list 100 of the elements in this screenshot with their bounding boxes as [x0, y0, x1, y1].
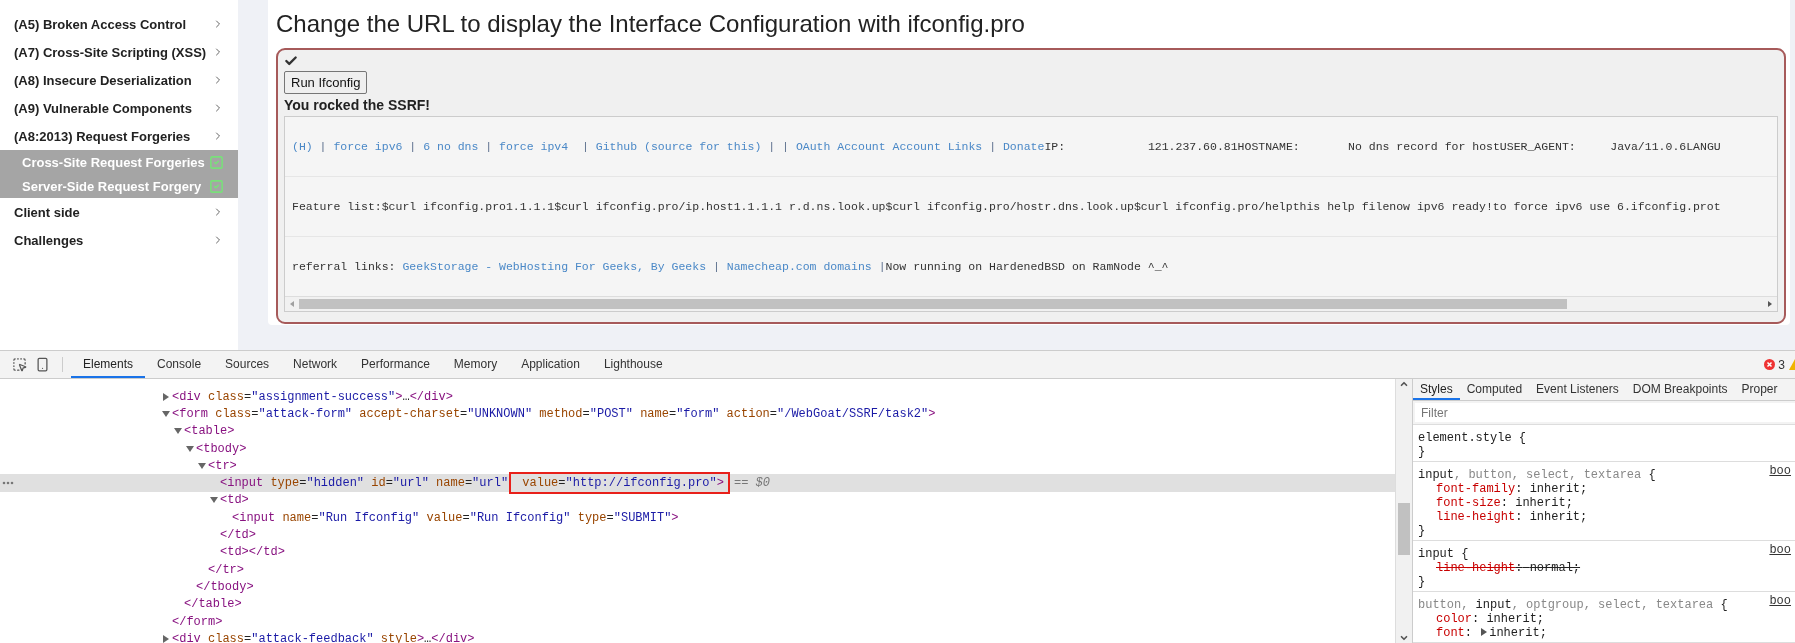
output-link[interactable]: 6 no dns — [423, 139, 479, 153]
output-line: referral links: GeekStorage - WebHosting For Geeks, By Geeks | Namecheap.com domains |Now running on HardenedBSD on RamNode ^_^ — [291, 258, 1170, 275]
colon: : — [1472, 612, 1480, 626]
output-link[interactable]: OAuth Account Account Links — [795, 139, 983, 153]
brace: } — [1418, 445, 1427, 459]
brace: { — [1460, 547, 1469, 561]
code-line[interactable]: </form> — [172, 614, 223, 629]
css-value[interactable]: inherit; — [1489, 626, 1547, 640]
colon: : — [1515, 561, 1523, 575]
feedback-message: You rocked the SSRF! — [284, 97, 430, 113]
devtools-tab[interactable]: Lighthouse — [591, 351, 675, 378]
output-link[interactable]: force ipv4 — [499, 139, 569, 153]
code-line[interactable]: <td> — [220, 493, 249, 508]
css-property[interactable]: font — [1436, 626, 1465, 640]
css-value[interactable]: inherit; — [1486, 612, 1545, 626]
styles-tab[interactable]: Event Listeners — [1529, 379, 1626, 400]
styles-tab[interactable]: Computed — [1459, 379, 1530, 400]
source-link[interactable]: boo — [1769, 543, 1791, 561]
css-selector: , button, select, textarea — [1454, 468, 1642, 482]
expanded-triangle-icon[interactable] — [208, 496, 220, 505]
devtools-tab[interactable]: Console — [145, 351, 214, 378]
brace: } — [1418, 524, 1427, 538]
css-selector: , optgroup, select, textarea — [1511, 598, 1714, 612]
category-item[interactable]: Client side — [0, 198, 238, 226]
css-property[interactable]: font-family — [1436, 482, 1516, 496]
brace: { — [1517, 431, 1527, 445]
output-link[interactable]: GeekStorage - WebHosting For Geeks, By Geeks — [402, 259, 707, 273]
brace: } — [1418, 575, 1427, 589]
expanded-triangle-icon[interactable] — [172, 427, 184, 436]
expanded-triangle-icon[interactable] — [184, 444, 196, 453]
lesson-title: Change the URL to display the Interface Configuration with ifconfig.pro — [276, 10, 1026, 38]
category-item[interactable]: (A9) Vulnerable Components — [0, 94, 238, 122]
styles-tab[interactable]: DOM Breakpoints — [1625, 379, 1735, 400]
css-selector: input — [1475, 598, 1512, 612]
css-property[interactable]: color — [1436, 612, 1472, 626]
css-selector: input — [1418, 547, 1454, 561]
code-line[interactable]: <td></td> — [220, 545, 285, 560]
scrollbar-thumb[interactable] — [1398, 503, 1410, 555]
devtools-tab[interactable]: Application — [509, 351, 592, 378]
brace: { — [1647, 468, 1656, 482]
category-item[interactable]: (A7) Cross-Site Scripting (XSS) — [0, 38, 238, 66]
code-line[interactable]: </td> — [220, 528, 256, 542]
expanded-triangle-icon[interactable] — [196, 461, 208, 470]
code-line[interactable]: </tr> — [208, 562, 244, 577]
devtools-tab[interactable]: Performance — [349, 351, 442, 378]
colon: : — [1515, 510, 1523, 524]
css-property[interactable]: line-height — [1436, 561, 1516, 575]
code-line[interactable]: <tbody> — [196, 441, 247, 456]
scroll-up-icon[interactable] — [1399, 379, 1409, 389]
code-line[interactable]: </table> — [184, 597, 242, 612]
devtools-tab[interactable]: Memory — [441, 351, 510, 378]
brace: { — [1719, 598, 1728, 612]
css-property[interactable]: line-height — [1436, 510, 1516, 524]
output-link[interactable]: Donate — [1002, 139, 1045, 153]
code-line[interactable]: <div class="assignment-success">…</div> — [172, 389, 453, 404]
css-selector: button, — [1418, 598, 1470, 612]
output-link[interactable]: Github (source for this) — [595, 139, 762, 153]
category-item[interactable]: (A8:2013) Request Forgeries — [0, 122, 238, 150]
filter-field[interactable]: Filter — [1415, 403, 1795, 422]
output-link[interactable]: Namecheap.com domains — [726, 259, 872, 273]
horizontal-scrollbar[interactable] — [285, 296, 1777, 311]
css-value[interactable]: normal; — [1529, 561, 1581, 575]
console-reference: == $0 — [733, 476, 770, 491]
devtools-tab[interactable]: Elements — [71, 351, 146, 378]
css-selector: element.style — [1418, 431, 1512, 445]
code-line[interactable]: <table> — [184, 424, 235, 439]
colon: : — [1500, 496, 1508, 510]
styles-tab[interactable]: Proper — [1734, 379, 1785, 400]
source-link[interactable]: boo — [1769, 594, 1791, 612]
css-selector: input — [1418, 468, 1454, 482]
category-item[interactable]: (A5) Broken Access Control — [0, 10, 238, 38]
css-value[interactable]: inherit; — [1529, 482, 1588, 496]
category-item[interactable]: (A8) Insecure Deserialization — [0, 66, 238, 94]
code-line[interactable]: </tbody> — [196, 579, 254, 594]
selected-row[interactable]: <input type="hidden" id="url" name="url" value="http://ifconfig.pro"> == $0 — [0, 474, 1395, 492]
more-icon[interactable] — [2, 481, 14, 486]
output-link[interactable]: force ipv6 — [333, 139, 403, 153]
css-value[interactable]: inherit; — [1529, 510, 1588, 524]
scroll-down-icon[interactable] — [1399, 633, 1409, 643]
colon: : — [1464, 626, 1472, 640]
error-count: 3 — [1778, 357, 1785, 372]
expanded-triangle-icon[interactable] — [160, 409, 172, 418]
warning-icon — [1789, 359, 1795, 370]
run-button[interactable]: Run Ifconfig — [284, 71, 368, 94]
error-icon — [1764, 359, 1776, 370]
colon: : — [1515, 482, 1523, 496]
code-line[interactable]: <input type="hidden" id="url" name="url" — [220, 476, 509, 491]
source-link[interactable]: boo — [1769, 464, 1791, 482]
output-line: (H) | force ipv6 | 6 no dns | force ipv4 | Github (source for this) | | OAuth Account Account Links | DonateIP: 121.237.60.81HOSTNAME: No dns record for hostUSER_AGENT: Java/11.0.6LANGU — [285, 117, 1777, 177]
output-line: Feature list:$curl ifconfig.pro1.1.1.1$curl ifconfig.pro/ip.host1.1.1.1 r.d.ns.look.up$curl ifconfig.pro/hostr.dns.look.up$curl ifconfig.pro/helpthis help filenow ipv6 ready!to force ipv6 use 6.ifconfig.prot — [285, 177, 1777, 237]
vertical-scrollbar[interactable] — [1395, 379, 1412, 643]
code-line[interactable]: <input name="Run Ifconfig" value="Run Ifconfig" type="SUBMIT"> — [232, 510, 679, 525]
category-item[interactable]: Challenges — [0, 226, 238, 254]
css-value[interactable]: inherit; — [1515, 496, 1573, 510]
devtools-tab[interactable]: Sources — [213, 351, 282, 378]
code-line[interactable]: <tr> — [208, 458, 237, 473]
code-line[interactable]: <form class="attack-form" accept-charset="UNKNOWN" method="POST" name="form" action="/WebGoat/SSRF/task2"> — [172, 406, 936, 421]
devtools-tab[interactable]: Network — [281, 351, 350, 378]
scrollbar-thumb[interactable] — [299, 299, 1568, 309]
css-property[interactable]: font-size — [1436, 496, 1501, 510]
